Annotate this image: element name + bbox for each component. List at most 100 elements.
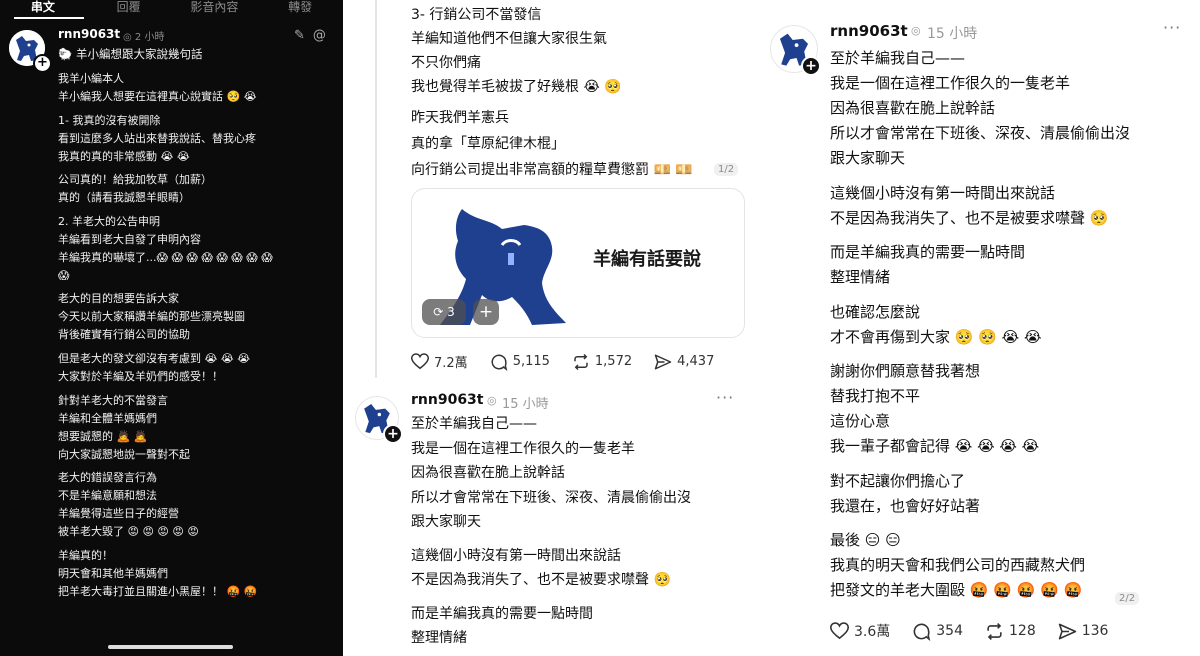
post-text-line: 😱 xyxy=(58,268,70,282)
post-text-line: 看到這麼多人站出來替我說話、替我心疼 xyxy=(58,131,256,145)
post-text-line: 才不會再傷到大家 🥺 🥺 😭 😭 xyxy=(830,327,1042,346)
follow-plus-icon[interactable]: + xyxy=(801,56,821,76)
post-intro: 🐑 羊小編想跟大家說幾句話 xyxy=(58,47,203,61)
post-text-line: 真的拿「草原紀律木棍」 xyxy=(411,136,565,152)
post-actions-2: 3.6萬 354 128 136 xyxy=(830,621,1130,641)
add-icon[interactable]: + xyxy=(473,299,499,325)
post-text-line: 公司真的！給我加牧草（加薪） xyxy=(58,173,212,187)
tab-reposts[interactable]: 轉發 xyxy=(257,0,343,14)
post-text-line: 昨天我們羊憲兵 xyxy=(411,110,509,126)
follow-plus-icon[interactable]: + xyxy=(33,54,52,73)
post-username[interactable]: rnn9063t xyxy=(58,27,120,41)
post-text-line: 羊小編我人想要在這裡真心說實話 🥺 😭 xyxy=(58,90,257,103)
repost-button[interactable]: 1,572 xyxy=(572,352,632,371)
post-text-line: 老大的錯誤發言行為 xyxy=(58,471,157,485)
post-text-line: 不是因為我消失了、也不是被要求噤聲 🥺 xyxy=(411,572,671,588)
header-actions: ✎@ xyxy=(294,28,334,43)
post-text-line: 羊編和全體羊媽媽們 xyxy=(58,411,157,425)
post-text-line: 1- 我真的沒有被開除 xyxy=(58,113,161,127)
page-indicator: 2/2 xyxy=(1115,592,1140,605)
more-icon[interactable]: ··· xyxy=(716,388,734,407)
like-button[interactable]: 3.6萬 xyxy=(830,621,890,641)
tab-media[interactable]: 影音內容 xyxy=(172,0,258,14)
post-text-line: 想要誠懇的 🙇 🙇 xyxy=(58,429,148,443)
repost-button[interactable]: 128 xyxy=(985,621,1036,641)
post-text-line: 因為很喜歡在脆上說幹話 xyxy=(411,465,565,481)
post-text-line: 替我打抱不平 xyxy=(830,387,921,405)
post-text-line: 整理情緒 xyxy=(830,268,891,286)
post-text-line: 我真的明天會和我們公司的西藏熬犬們 xyxy=(830,556,1086,574)
verified-icon: ◎ xyxy=(123,32,132,43)
profile-tabs: 串文 回覆 影音內容 轉發 xyxy=(0,0,343,14)
post-text-line: 我真的真的非常感動 😭 😭 xyxy=(58,149,190,163)
post-text-line: 我羊小編本人 xyxy=(58,72,124,85)
post-text-line: 羊編真的！ xyxy=(58,548,113,562)
post-username[interactable]: rnn9063t xyxy=(830,22,908,40)
post-text-line: 今天以前大家稱讚羊編的那些漂亮製圖 xyxy=(58,310,245,324)
repost-count-pill[interactable]: ⟳ 3 xyxy=(422,299,466,325)
post-time: ◎ 2 小時 xyxy=(123,32,165,43)
post-text-line: 而是羊編我真的需要一點時間 xyxy=(411,605,593,622)
post-text-line: 老大的目的想要告訴大家 xyxy=(58,292,179,306)
card-title: 羊編有話要說 xyxy=(593,249,701,270)
post-text-line: 被羊老大毀了 😡 😡 😡 😡 😡 xyxy=(58,525,199,539)
post-text-line: 背後確實有行銷公司的協助 xyxy=(58,328,190,342)
share-button[interactable]: 136 xyxy=(1058,621,1108,641)
post-text-line: 對不起讓你們擔心了 xyxy=(830,471,966,490)
post-text-line: 不是因為我消失了、也不是被要求噤聲 🥺 xyxy=(830,208,1109,227)
post-text-line: 整理情緒 xyxy=(411,630,467,646)
repost-icon xyxy=(574,353,588,370)
active-tab-indicator xyxy=(14,17,84,19)
like-button[interactable]: 7.2萬 xyxy=(411,352,468,371)
follow-plus-icon[interactable]: + xyxy=(383,424,403,444)
post-text-line: 2. 羊老大的公告申明 xyxy=(58,214,160,228)
image-card[interactable]: 羊編有話要說 ⟳ 3 + xyxy=(411,188,745,338)
post-text-line: 向大家誠懇地說一聲對不起 xyxy=(58,447,190,461)
post-text-line: 謝謝你們願意替我著想 xyxy=(830,362,981,380)
comment-button[interactable]: 5,115 xyxy=(490,352,550,371)
more-icon[interactable]: ··· xyxy=(1163,18,1181,37)
post-text-line: 這份心意 xyxy=(830,412,891,430)
tab-threads[interactable]: 串文 xyxy=(0,0,86,14)
post-text-line: 我還在，也會好好站著 xyxy=(830,496,981,515)
post-text-line: 跟大家聊天 xyxy=(830,149,906,167)
threads-icon[interactable]: @ xyxy=(313,28,334,43)
share-button[interactable]: 4,437 xyxy=(654,352,714,371)
post-text-line: 我也覺得羊毛被拔了好幾根 😭 🥺 xyxy=(411,79,622,95)
post-text-line: 也確認怎麼說 xyxy=(830,302,921,321)
post-text-line: 羊編我真的嚇壞了...😱 😱 😱 😱 😱 😱 😱 😱 xyxy=(58,250,273,264)
post-text-line: 我一輩子都會記得 😭 😭 😭 😭 xyxy=(830,437,1040,455)
heart-icon xyxy=(411,353,429,370)
post-text-line: 所以才會常常在下班後、深夜、清晨偷偷出沒 xyxy=(830,124,1131,142)
comment-icon xyxy=(491,354,507,371)
heart-icon xyxy=(830,622,849,640)
post-text-line: 所以才會常常在下班後、深夜、清晨偷偷出沒 xyxy=(411,489,691,506)
post-text-line: 跟大家聊天 xyxy=(411,514,481,530)
post-text-line: 向行銷公司提出非常高額的糧草費懲罰 💴 💴 xyxy=(411,162,693,178)
tab-replies[interactable]: 回覆 xyxy=(86,0,172,14)
post-text-line: 羊編知道他們不但讓大家很生氣 xyxy=(411,31,607,47)
comment-icon xyxy=(913,623,931,641)
post-text-line: 大家對於羊編及羊奶們的感受！！ xyxy=(58,370,223,383)
post-text-line: 至於羊編我自己—— xyxy=(411,416,537,432)
post-text-line: 至於羊編我自己—— xyxy=(830,49,966,67)
post-text-line: 我是一個在這裡工作很久的一隻老羊 xyxy=(830,74,1071,92)
post-text-line: 但是老大的發文卻沒有考慮到 😭 😭 😭 xyxy=(58,352,251,365)
comment-button[interactable]: 354 xyxy=(912,621,963,641)
verified-icon: ◎ xyxy=(911,24,921,37)
post-time: 15 小時 xyxy=(502,397,549,412)
post-actions-1: 7.2萬 5,115 1,572 4,437 xyxy=(411,352,736,371)
post-text-line: 而是羊編我真的需要一點時間 xyxy=(830,243,1026,261)
thread-line xyxy=(375,0,377,378)
post-text-line: 不只你們痛 xyxy=(411,55,481,71)
post-text-line: 羊編看到老大自發了申明內容 xyxy=(58,232,201,246)
post-text-line: 不是羊編意願和想法 xyxy=(58,489,157,503)
repost-icon: ⟳ xyxy=(433,305,444,319)
profile-panel: 串文 回覆 影音內容 轉發 + rnn9063t ◎ 2 小時 ✎@ 🐑 羊小編… xyxy=(0,0,343,656)
edit-icon[interactable]: ✎ xyxy=(294,28,313,43)
post-text-line: 把發文的羊老大圍毆 🤬 🤬 🤬 🤬 🤬 xyxy=(830,581,1083,599)
post-text-line: 把羊老大毒打並且關進小黑屋！！ 🤬 🤬 xyxy=(58,584,258,598)
post-text-line: 3- 行銷公司不當發信 xyxy=(411,7,542,23)
post-username[interactable]: rnn9063t xyxy=(411,392,484,408)
post-time: 15 小時 xyxy=(927,26,978,42)
